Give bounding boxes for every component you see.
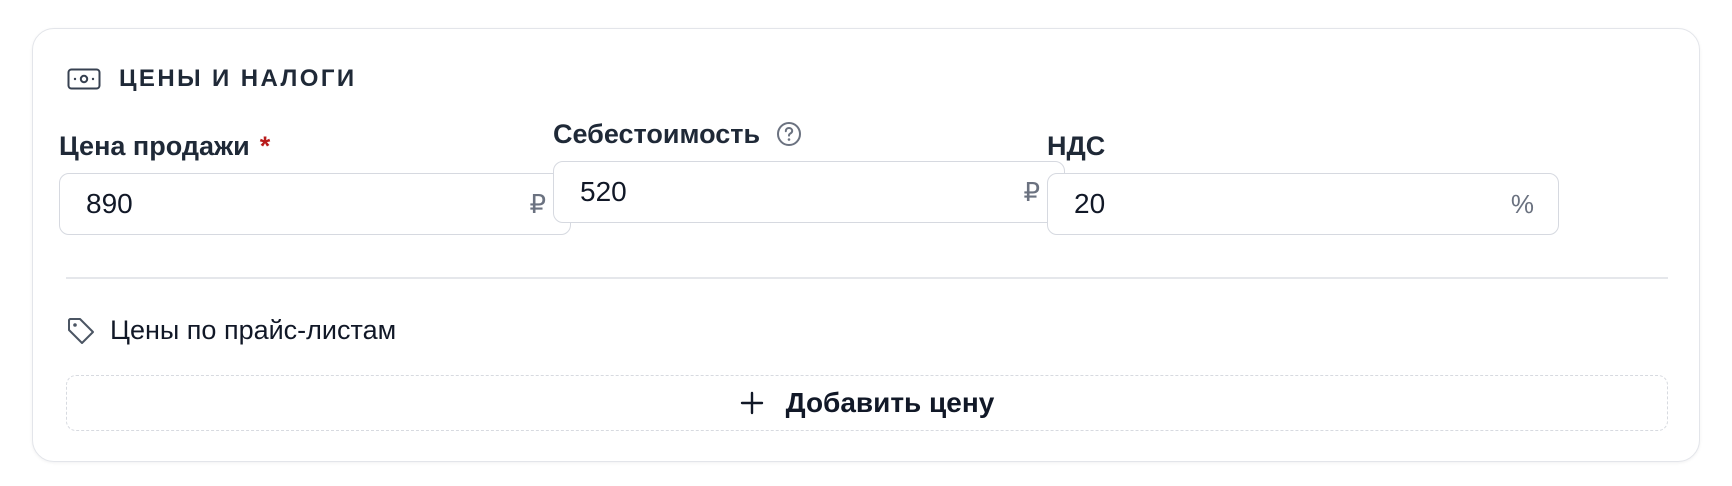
cost-price-field: Себестоимость ₽ <box>553 117 1065 223</box>
question-circle-icon[interactable] <box>776 121 802 147</box>
price-lists-title: Цены по прайс-листам <box>110 315 397 345</box>
section-header: ЦЕНЫ И НАЛОГИ <box>67 65 356 93</box>
cost-price-input[interactable] <box>554 162 1024 222</box>
vat-label: НДС <box>1047 129 1559 163</box>
cost-price-input-box[interactable]: ₽ <box>553 161 1065 223</box>
price-lists-header: Цены по прайс-листам <box>66 315 396 346</box>
required-mark: * <box>259 131 271 161</box>
sale-price-label-text: Цена продажи <box>59 131 250 161</box>
cost-price-label-text: Себестоимость <box>553 119 761 149</box>
plus-icon <box>740 391 764 415</box>
vat-label-text: НДС <box>1047 131 1106 161</box>
sale-price-input-box[interactable]: ₽ <box>59 173 571 235</box>
sale-price-field: Цена продажи * ₽ <box>59 129 571 235</box>
banknote-icon <box>67 68 101 90</box>
add-price-button[interactable]: Добавить цену <box>66 375 1668 431</box>
add-price-label: Добавить цену <box>785 387 995 418</box>
vat-input[interactable] <box>1048 174 1511 234</box>
vat-field: НДС % <box>1047 129 1559 235</box>
cost-price-label: Себестоимость <box>553 117 1065 151</box>
tag-icon <box>66 316 96 346</box>
prices-and-taxes-card: ЦЕНЫ И НАЛОГИ Цена продажи * ₽ Себестоим… <box>32 28 1700 462</box>
percent-suffix: % <box>1510 188 1534 219</box>
vat-input-box[interactable]: % <box>1047 173 1559 235</box>
divider <box>66 277 1668 279</box>
sale-price-label: Цена продажи * <box>59 129 571 163</box>
section-title: ЦЕНЫ И НАЛОГИ <box>119 65 357 92</box>
sale-price-input[interactable] <box>60 174 530 234</box>
